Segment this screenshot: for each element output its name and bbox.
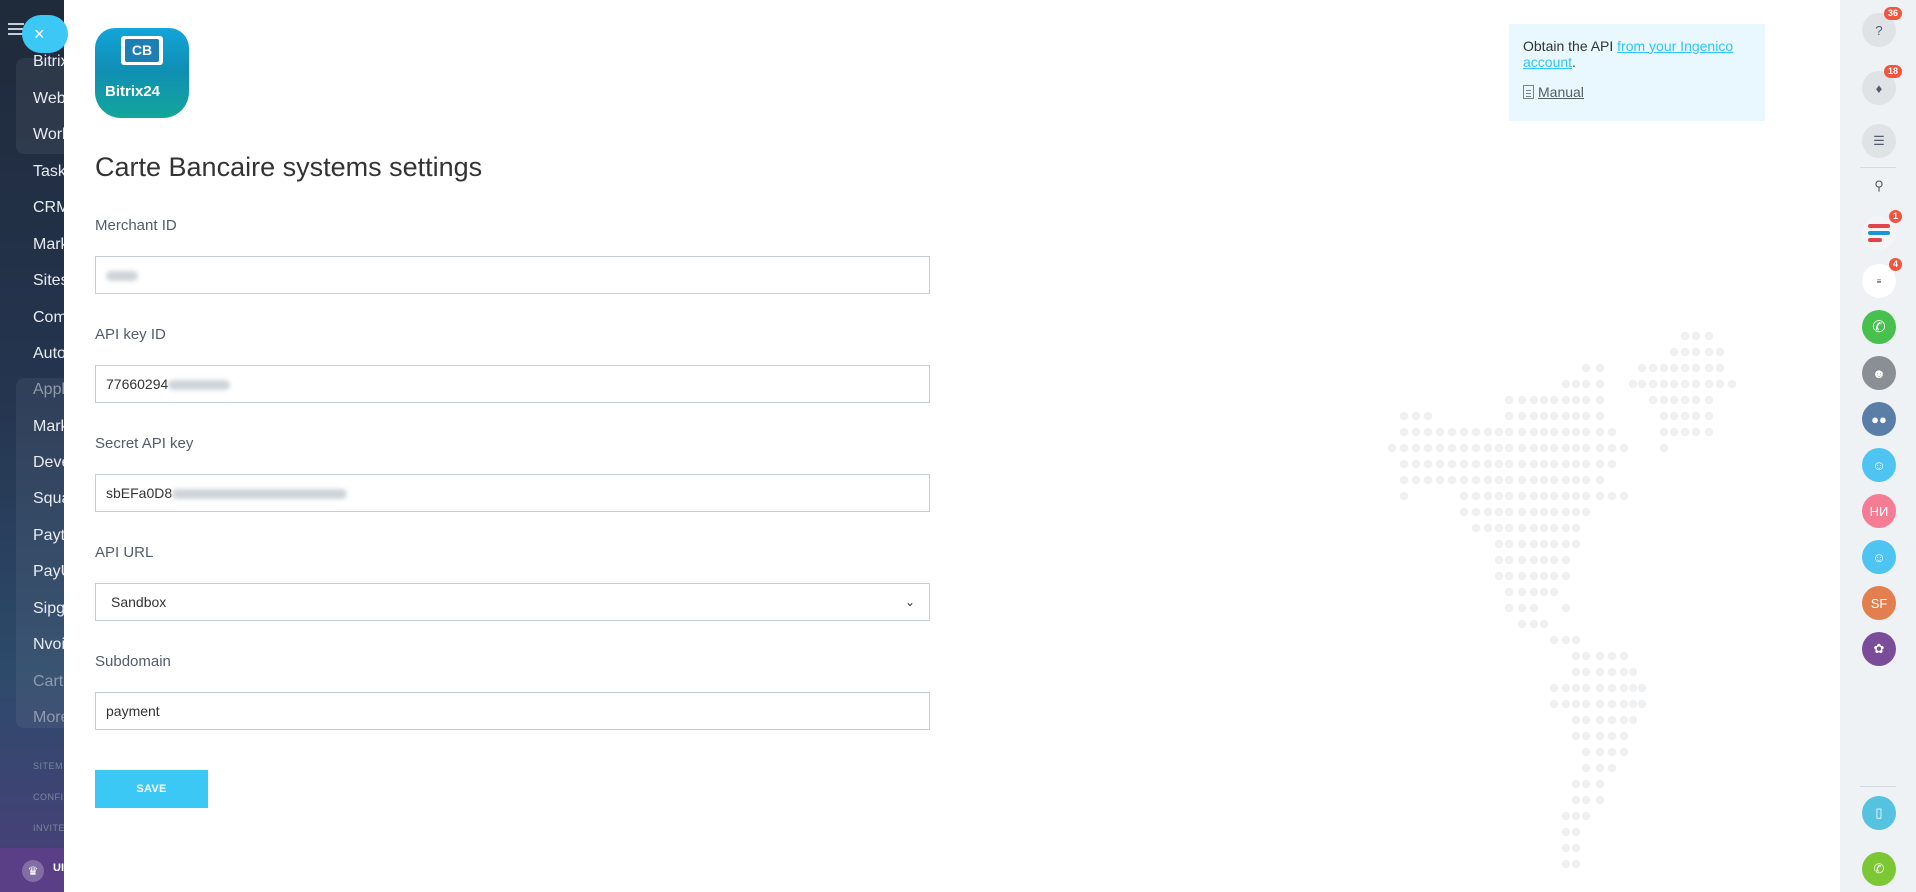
sidebar-item[interactable]: Payt: [33, 527, 65, 545]
sidebar-footer-link[interactable]: CONFI: [33, 792, 64, 802]
mobile-icon[interactable]: ▯: [1862, 796, 1896, 830]
left-sidebar: Bitrix Web Work Task CRM Mark Sites Com Auto Appl…: [0, 0, 70, 892]
bell-icon[interactable]: ♦ 18: [1862, 65, 1902, 105]
manual-link[interactable]: Manual: [1538, 84, 1584, 100]
sidebar-item[interactable]: Com: [33, 309, 67, 327]
masked-value: [106, 271, 138, 282]
carte-bancaire-logo: CB Bitrix24: [95, 28, 189, 118]
merchant-id-input[interactable]: [95, 256, 930, 294]
user-clock-icon[interactable]: ☺: [1862, 448, 1896, 482]
merchant-id-label: Merchant ID: [95, 217, 177, 234]
user-avatar[interactable]: ☻: [1862, 356, 1896, 390]
api-key-id-label: API key ID: [95, 326, 166, 343]
api-url-label: API URL: [95, 544, 154, 561]
whatsapp-icon[interactable]: ✆: [1862, 310, 1896, 344]
divider: [1860, 167, 1896, 168]
subdomain-input[interactable]: payment: [95, 692, 930, 730]
search-icon[interactable]: ⚲: [1862, 169, 1896, 203]
sidebar-footer-link[interactable]: SITEM: [33, 761, 63, 771]
api-key-id-input[interactable]: 77660294: [95, 365, 930, 403]
manual-link-row[interactable]: Manual: [1523, 84, 1751, 100]
help-icon[interactable]: ? 36: [1862, 7, 1902, 47]
subdomain-label: Subdomain: [95, 653, 171, 670]
chevron-down-icon: ⌄: [904, 595, 915, 609]
close-slider-button[interactable]: ×: [22, 15, 68, 53]
redhamm-avatar[interactable]: ≡ 4: [1862, 258, 1902, 298]
crown-icon: ♛: [22, 860, 44, 882]
secret-api-key-input[interactable]: sbEFa0D8: [95, 474, 930, 512]
settings-panel: CB Bitrix24 Carte Bancaire systems setti…: [64, 0, 1840, 892]
divider: [1860, 786, 1896, 787]
group-chat-icon[interactable]: ●●: [1862, 402, 1896, 436]
right-toolbar: ? 36 ♦ 18 ☰ ⚲ 1 ≡ 4 ✆ ☻ ●● ☺ НИ ☺ SF ✿ ▯ ✆: [1840, 0, 1916, 892]
api-url-select[interactable]: Sandbox ⌄: [95, 583, 930, 621]
sidebar-item[interactable]: Task: [33, 163, 66, 181]
page-title: Carte Bancaire systems settings: [95, 152, 483, 182]
world-map-dots-decoration: [1387, 331, 1737, 869]
avatar-ni[interactable]: НИ: [1862, 494, 1896, 528]
upgrade-bar[interactable]: ♛ UI: [0, 848, 70, 892]
chat-icon[interactable]: ☰: [1862, 124, 1896, 158]
api-info-text: Obtain the API from your Ingenico accoun…: [1523, 38, 1734, 70]
sidebar-footer-link[interactable]: INVITE: [33, 823, 65, 833]
phone-icon[interactable]: ✆: [1862, 852, 1896, 886]
upgrade-label: UI: [53, 862, 64, 874]
masked-value: [172, 489, 348, 500]
app-icon[interactable]: 1: [1862, 210, 1902, 250]
sidebar-item[interactable]: Web: [33, 90, 66, 108]
sidebar-item[interactable]: Auto: [33, 345, 66, 363]
sidebar-item[interactable]: Appl: [33, 381, 65, 399]
user-clock-icon[interactable]: ☺: [1862, 540, 1896, 574]
sidebar-item[interactable]: Nvoi: [33, 636, 65, 654]
avatar-sf[interactable]: SF: [1862, 586, 1896, 620]
group-avatar[interactable]: ✿: [1862, 632, 1896, 666]
save-button[interactable]: SAVE: [95, 770, 208, 808]
secret-api-key-label: Secret API key: [95, 435, 194, 452]
document-icon: [1523, 85, 1534, 99]
api-info-box: Obtain the API from your Ingenico accoun…: [1509, 24, 1765, 121]
masked-value: [168, 380, 231, 391]
logo-brand: Bitrix24: [105, 83, 161, 100]
close-icon: ×: [34, 24, 45, 44]
sidebar-item[interactable]: Sipg: [33, 600, 65, 618]
